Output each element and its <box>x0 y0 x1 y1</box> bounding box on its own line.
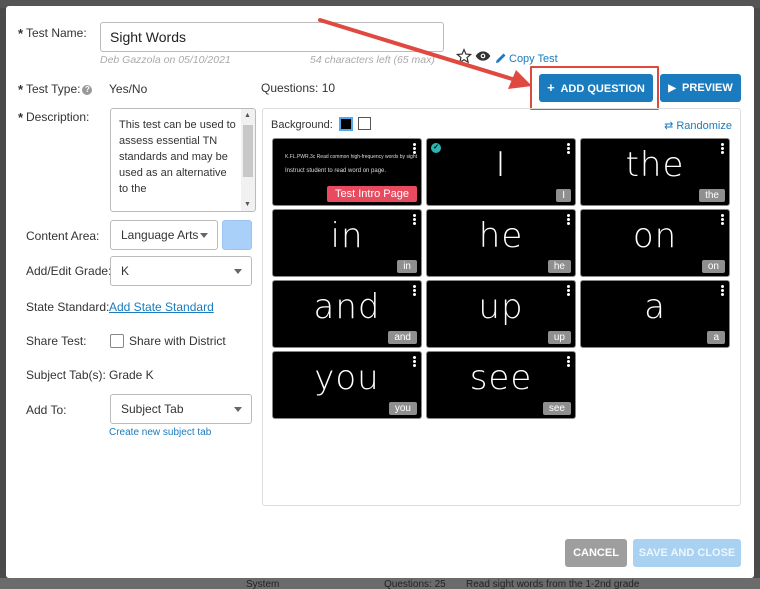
add-to-value: Subject Tab <box>121 402 184 416</box>
chars-left: 54 characters left (65 max) <box>310 54 435 66</box>
state-standard-label: State Standard: <box>26 300 110 314</box>
background-white-swatch[interactable] <box>358 117 371 130</box>
share-district-checkbox[interactable] <box>110 334 124 348</box>
play-icon: ▶ <box>668 83 676 94</box>
add-to-select[interactable]: Subject Tab <box>110 394 252 424</box>
card-tag: in <box>397 260 417 273</box>
edit-test-modal: * Test Name: Sight Words Deb Gazzola on … <box>6 6 754 578</box>
question-card[interactable]: in in <box>272 209 422 277</box>
content-area-label: Content Area: <box>26 229 100 243</box>
required-marker: * <box>18 82 24 97</box>
help-icon[interactable]: ? <box>82 85 93 95</box>
test-name-input[interactable]: Sight Words <box>100 22 444 52</box>
chevron-down-icon <box>234 407 242 412</box>
share-district-label[interactable]: Share with District <box>129 334 226 348</box>
card-tag: up <box>547 331 571 344</box>
questions-count: Questions: 10 <box>261 81 336 95</box>
intro-instruction-text: Instruct student to read word on page. <box>285 168 387 174</box>
question-card[interactable]: he he <box>426 209 576 277</box>
test-type-label: Test Type:? <box>26 82 93 96</box>
card-word: you <box>314 358 380 398</box>
required-marker: * <box>18 110 24 125</box>
card-tag: and <box>388 331 417 344</box>
question-card-intro[interactable]: K.FL.PWR.3c Read common high-frequency w… <box>272 138 422 206</box>
description-text: This test can be used to assess essentia… <box>119 119 236 195</box>
share-test-label: Share Test: <box>26 334 87 348</box>
questions-panel: Background: ⇄ Randomize K.FL.PWR.3c Read… <box>262 108 741 506</box>
backdrop-row-questions: Questions: 25 <box>384 579 446 589</box>
star-icon[interactable] <box>456 48 472 64</box>
description-label: Description: <box>26 110 90 124</box>
description-textarea[interactable]: This test can be used to assess essentia… <box>110 108 256 212</box>
save-and-close-button[interactable]: SAVE AND CLOSE <box>633 539 741 567</box>
question-card[interactable]: see see <box>426 351 576 419</box>
backdrop-row-desc: Read sight words from the 1-2nd grade <box>466 579 640 589</box>
card-word: I <box>495 145 507 185</box>
scroll-thumb[interactable] <box>243 125 253 177</box>
copy-test-link[interactable]: Copy Test <box>509 53 558 65</box>
backdrop-row-name: System <box>246 579 280 589</box>
highlight-annotation <box>530 66 659 110</box>
card-word: and <box>313 287 381 327</box>
author-meta: Deb Gazzola on 05/10/2021 <box>100 54 231 66</box>
card-tag: I <box>556 189 571 202</box>
eye-icon[interactable] <box>475 50 491 62</box>
preview-label: PREVIEW <box>682 82 733 94</box>
question-card[interactable]: a a <box>580 280 730 348</box>
scroll-up-icon[interactable]: ▲ <box>244 112 251 119</box>
question-card[interactable]: you you <box>272 351 422 419</box>
card-tag: the <box>699 189 725 202</box>
grade-select[interactable]: K <box>110 256 252 286</box>
card-word: see <box>469 358 533 398</box>
subject-tabs-value: Grade K <box>109 368 154 382</box>
background-label: Background: <box>271 119 333 131</box>
question-card[interactable]: and and <box>272 280 422 348</box>
card-word: in <box>330 216 364 256</box>
card-tag: a <box>707 331 725 344</box>
content-area-color[interactable] <box>222 220 252 250</box>
question-card[interactable]: up up <box>426 280 576 348</box>
content-area-select[interactable]: Language Arts <box>110 220 218 250</box>
card-word: up <box>478 287 524 327</box>
scroll-down-icon[interactable]: ▼ <box>244 201 251 208</box>
card-word: the <box>625 145 685 185</box>
grade-label: Add/Edit Grade: <box>26 264 112 278</box>
card-tag: he <box>547 260 571 273</box>
chevron-down-icon <box>234 269 242 274</box>
question-card[interactable]: ✓ I I <box>426 138 576 206</box>
add-to-label: Add To: <box>26 403 67 417</box>
card-word: a <box>644 287 666 327</box>
card-tag: see <box>542 402 571 415</box>
grade-value: K <box>121 264 130 278</box>
test-name-label: Test Name: <box>26 26 87 40</box>
add-state-standard-link[interactable]: Add State Standard <box>109 300 214 314</box>
backdrop-bottom-strip <box>0 578 760 589</box>
randomize-label: Randomize <box>676 120 732 132</box>
card-word: on <box>632 216 678 256</box>
cancel-button[interactable]: CANCEL <box>565 539 627 567</box>
content-area-value: Language Arts <box>121 228 199 242</box>
shuffle-icon: ⇄ <box>664 120 674 132</box>
randomize-button[interactable]: ⇄ Randomize <box>664 119 732 132</box>
create-subject-tab-link[interactable]: Create new subject tab <box>109 427 211 438</box>
intro-tag: Test Intro Page <box>327 186 417 202</box>
preview-button[interactable]: ▶ PREVIEW <box>660 74 741 102</box>
description-scrollbar[interactable]: ▲ ▼ <box>241 109 255 211</box>
question-card[interactable]: on on <box>580 209 730 277</box>
card-word: he <box>478 216 524 256</box>
question-card[interactable]: the the <box>580 138 730 206</box>
chevron-down-icon <box>200 233 208 238</box>
card-tag: you <box>388 402 417 415</box>
subject-tabs-label: Subject Tab(s): <box>26 368 106 382</box>
card-menu-icon[interactable] <box>413 143 416 155</box>
intro-standard-text: K.FL.PWR.3c Read common high-frequency w… <box>285 154 417 160</box>
test-type-value: Yes/No <box>109 82 148 96</box>
required-marker: * <box>18 26 24 41</box>
background-black-swatch[interactable] <box>339 117 353 131</box>
pencil-icon[interactable] <box>495 52 507 64</box>
card-tag: on <box>701 260 725 273</box>
